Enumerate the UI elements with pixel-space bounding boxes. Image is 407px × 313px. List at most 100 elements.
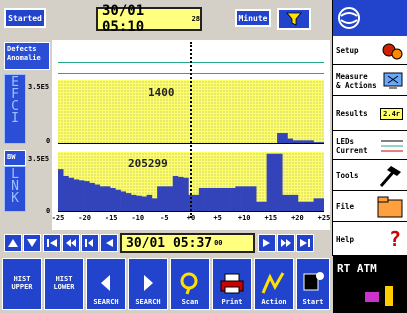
globe-logo-icon [338,7,360,29]
histogram-bar [297,201,304,212]
histogram-bar [230,188,236,212]
histogram-bar [115,189,121,212]
nav-prev-button[interactable] [81,234,99,252]
cursor-time-display: 30/01 05:37 00 [120,233,255,253]
fast-forward-icon [281,239,291,247]
rewind-icon [66,239,76,247]
histogram-bar [136,195,142,212]
defects-tab-line1: Defects [7,45,37,53]
nav-rewind-button[interactable] [62,234,80,252]
menu-tools-label: Tools [336,171,359,180]
x-tick-label: -10 [131,214,145,222]
folder-icon [377,196,403,217]
histogram-bar [282,133,288,144]
logo-panel [333,0,407,36]
menu-tools[interactable]: Tools [333,161,407,191]
arrow-up-icon [8,239,18,247]
skip-last-icon [300,239,310,247]
menu-file[interactable]: File [333,192,407,222]
histogram-bar [250,186,257,212]
started-button[interactable]: Started [4,8,46,28]
histogram-bar [183,177,189,212]
leds-icon [381,140,403,151]
defects-tab[interactable]: Defects Anomalie [4,42,50,70]
scan-button[interactable]: Scan [170,258,210,310]
histogram-bar [277,153,283,212]
histogram-bar [282,194,288,212]
nav-forward-button[interactable] [258,234,276,252]
scan-icon [180,272,198,295]
bottom-value-label: 205299 [128,157,168,170]
menu-leds-current[interactable]: LEDs Current [333,132,407,160]
histogram-bar [125,193,132,212]
lightning-icon [261,272,285,294]
menu-help-label: Help [336,234,355,244]
menu-measure-actions[interactable]: Measure & Actions [333,66,407,96]
histogram-bar [209,188,215,212]
brand-text: RT ATM [337,262,377,275]
histogram-bar [198,188,205,212]
histogram-bar [84,181,90,212]
nav-down-button[interactable] [23,234,41,252]
histogram-bar [73,179,80,212]
top-ymax-label: 3.5E5 [28,83,50,91]
nav-back-button[interactable] [100,234,118,252]
histogram-bar [157,186,163,212]
histogram-bar [151,198,158,212]
filter-button[interactable] [277,8,311,30]
nav-fast-forward-button[interactable] [277,234,295,252]
histogram-bar [303,201,309,212]
nav-up-button[interactable] [4,234,22,252]
defects-tab-line2: Anomalie [7,54,41,62]
gears-icon [382,43,403,59]
bottom-ymin-label: 0 [46,207,51,215]
results-badge: 2.4r [380,107,403,120]
center-marker-line[interactable] [190,42,192,218]
menu-leds-line2: Current [336,145,368,155]
print-button[interactable]: Print [212,258,252,310]
hammer-icon [379,165,401,187]
minute-button[interactable]: Minute [235,9,271,27]
menu-leds-text: LEDs Current [336,137,368,155]
skip-first-icon [47,239,57,247]
histogram-bar [94,184,101,212]
x-tick-label: +5 [213,214,222,222]
scan-label: Scan [181,298,199,306]
menu-setup[interactable]: Setup [333,37,407,65]
histogram-bar [235,186,241,212]
bw-tab[interactable]: BW [4,150,26,166]
hist-upper-button[interactable]: HIST UPPER [2,258,42,310]
histogram-bar [78,180,85,212]
start-button[interactable]: Start [296,258,330,310]
efci-panel-label: EFCI [4,74,26,144]
x-tick-label: -5 [160,214,169,222]
top-value-label: 1400 [148,86,175,99]
current-time-display: 30/01 05:10 28 [96,3,202,35]
hist-lower-line2: LOWER [53,282,75,291]
step-back-icon [85,239,93,247]
x-tick-label: -15 [104,214,118,222]
menu-measure-line1: Measure [336,71,368,81]
search-right-icon [144,275,153,291]
funnel-icon [286,12,302,26]
histogram-bar [204,188,210,212]
nav-first-button[interactable] [43,234,61,252]
hist-upper-line2: UPPER [11,282,33,291]
action-button[interactable]: Action [254,258,294,310]
search-prev-button[interactable]: SEARCH [86,258,126,310]
menu-help[interactable]: Help ? [333,223,407,256]
histogram-bar [193,194,200,212]
menu-results[interactable]: Results 2.4r [333,97,407,131]
menu-file-label: File [336,202,355,211]
histogram-bar [120,191,127,212]
hist-lower-button[interactable]: HIST LOWER [44,258,84,310]
x-tick-label: -25 [51,214,65,222]
start-flag-icon [303,272,324,291]
search-next-button[interactable]: SEARCH [128,258,168,310]
menu-setup-label: Setup [336,46,359,55]
histogram-bar [68,177,74,212]
histogram-bar [266,153,273,212]
print-label: Print [221,298,243,306]
nav-last-button[interactable] [296,234,314,252]
brand-logo-icon [365,286,393,306]
